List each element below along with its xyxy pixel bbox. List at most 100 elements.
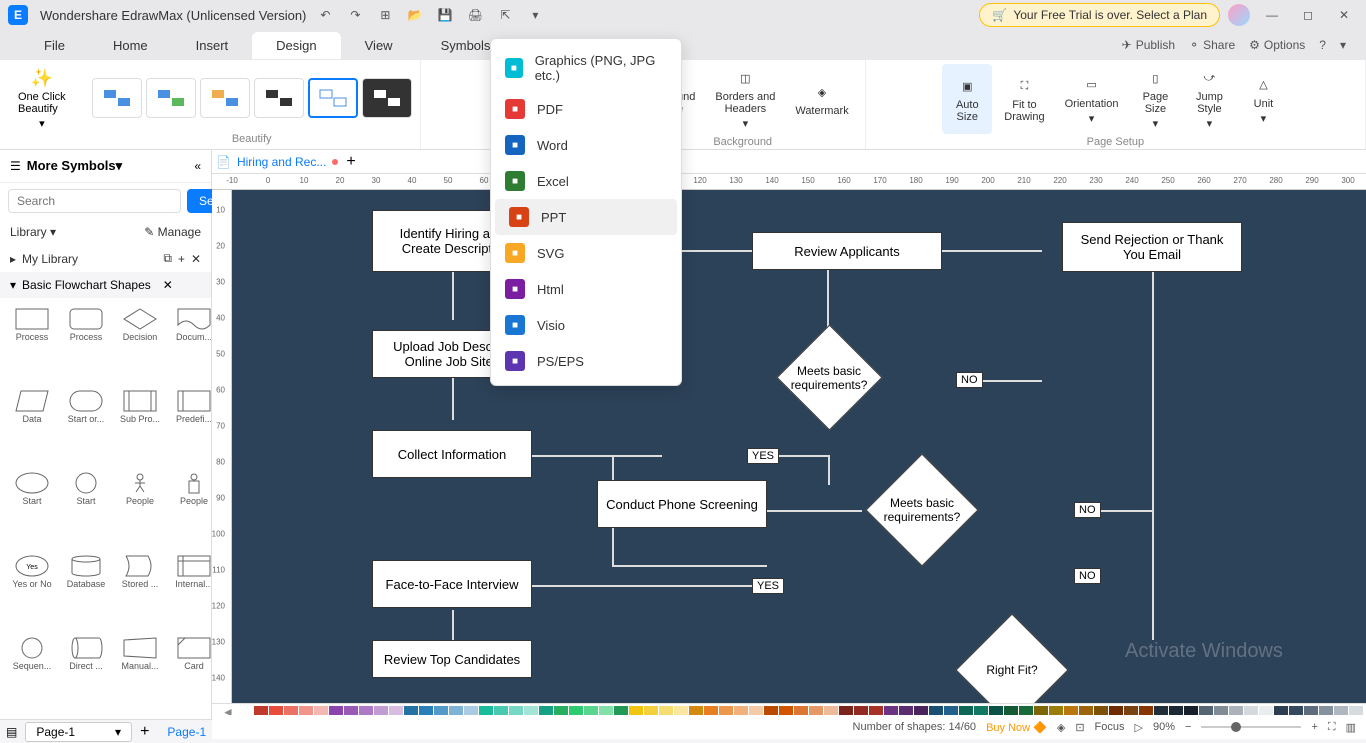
flowchart-node[interactable]: Conduct Phone Screening <box>597 480 767 528</box>
flowchart-label-no[interactable]: NO <box>1074 568 1101 584</box>
unit-button[interactable]: △Unit▾ <box>1238 64 1288 134</box>
zoom-slider[interactable] <box>1201 726 1301 728</box>
more-symbols-title[interactable]: More Symbols▾ <box>27 158 189 174</box>
theme-preset-3[interactable] <box>200 78 250 118</box>
symbols-search-input[interactable] <box>8 189 181 213</box>
add-page-button[interactable]: + <box>140 723 149 741</box>
theme-preset-2[interactable] <box>146 78 196 118</box>
print-icon[interactable]: 🖨 <box>464 4 486 26</box>
shape-item[interactable]: Start <box>60 468 112 548</box>
play-icon[interactable]: ▷ <box>1135 721 1143 734</box>
minimize-button[interactable]: — <box>1258 4 1286 26</box>
fit-icon[interactable]: ⛶ <box>1328 721 1336 734</box>
flowchart-node[interactable]: Collect Information <box>372 430 532 478</box>
export-item-pseps[interactable]: ■PS/EPS <box>491 343 681 379</box>
export-item-svg[interactable]: ■SVG <box>491 235 681 271</box>
export-item-ppt[interactable]: ■PPT <box>495 199 677 235</box>
shape-item[interactable]: Sub Pro... <box>114 386 166 466</box>
fit-drawing-button[interactable]: ⛶Fit to Drawing <box>996 64 1052 134</box>
collapse-icon[interactable]: « <box>194 159 201 173</box>
flowchart-node[interactable]: Send Rejection or Thank You Email <box>1062 222 1242 272</box>
new-tab-button[interactable]: + <box>346 153 355 171</box>
shape-item[interactable]: Docum... <box>168 304 211 384</box>
jump-style-button[interactable]: ⤻Jump Style▾ <box>1184 64 1234 134</box>
theme-preset-6[interactable] <box>362 78 412 118</box>
oneclick-beautify-button[interactable]: ✨ One Click Beautify ▾ <box>8 64 76 134</box>
page-tab-active[interactable]: Page-1 <box>157 723 216 741</box>
flowchart-label-no[interactable]: NO <box>956 372 983 388</box>
zoom-out-button[interactable]: − <box>1185 721 1191 733</box>
shape-item[interactable]: Database <box>60 551 112 631</box>
export-item-html[interactable]: ■Html <box>491 271 681 307</box>
flowchart-node[interactable]: Review Applicants <box>752 232 942 270</box>
shape-item[interactable]: Card <box>168 633 211 713</box>
flowchart-label-no[interactable]: NO <box>1074 502 1101 518</box>
new-icon[interactable]: ⊞ <box>374 4 396 26</box>
borders-headers-button[interactable]: ◫Borders and Headers▾ <box>707 64 783 134</box>
my-library-row[interactable]: ▸My Library ⧉ + ✕ <box>0 245 211 272</box>
watermark-button[interactable]: ◈Watermark <box>787 64 856 134</box>
close-button[interactable]: ✕ <box>1330 4 1358 26</box>
theme-preset-1[interactable] <box>92 78 142 118</box>
panel-icon[interactable]: ▥ <box>1346 721 1356 734</box>
open-icon[interactable]: 📂 <box>404 4 426 26</box>
auto-size-button[interactable]: ▣Auto Size <box>942 64 992 134</box>
shape-item[interactable]: Predefi... <box>168 386 211 466</box>
dropdown-icon[interactable]: ▾ <box>1340 38 1346 52</box>
shape-item[interactable]: Process <box>6 304 58 384</box>
flowchart-decision[interactable]: Right Fit? <box>955 613 1068 703</box>
options-link[interactable]: ⚙Options <box>1249 38 1305 52</box>
zoom-in-button[interactable]: + <box>1311 721 1317 733</box>
lib-add-icon[interactable]: + <box>178 252 185 266</box>
flowchart-node[interactable]: Face-to-Face Interview <box>372 560 532 608</box>
theme-preset-4[interactable] <box>254 78 304 118</box>
theme-preset-5[interactable] <box>308 78 358 118</box>
shape-item[interactable]: Manual... <box>114 633 166 713</box>
menu-insert[interactable]: Insert <box>172 32 253 59</box>
shape-item[interactable]: People <box>114 468 166 548</box>
maximize-button[interactable]: ◻ <box>1294 4 1322 26</box>
flowchart-shapes-section[interactable]: ▾Basic Flowchart Shapes ✕ <box>0 272 211 298</box>
canvas[interactable]: Identify Hiring and Create Descriptio Re… <box>232 190 1366 703</box>
export-item-excel[interactable]: ■Excel <box>491 163 681 199</box>
flowchart-decision[interactable]: Meets basic requirements? <box>776 324 882 430</box>
orientation-button[interactable]: ▭Orientation▾ <box>1057 64 1127 134</box>
page-size-button[interactable]: ▯Page Size▾ <box>1130 64 1180 134</box>
shape-item[interactable]: People <box>168 468 211 548</box>
layers-icon[interactable]: ◈ <box>1057 721 1065 734</box>
flowchart-node[interactable]: Review Top Candidates <box>372 640 532 678</box>
shape-item[interactable]: Stored ... <box>114 551 166 631</box>
export-icon[interactable]: ⇱ <box>494 4 516 26</box>
target-icon[interactable]: ⊡ <box>1075 721 1084 734</box>
shape-item[interactable]: Start or... <box>60 386 112 466</box>
shape-item[interactable]: Sequen... <box>6 633 58 713</box>
trial-banner[interactable]: 🛒 Your Free Trial is over. Select a Plan <box>979 3 1220 27</box>
export-item-pdf[interactable]: ■PDF <box>491 91 681 127</box>
menu-design[interactable]: Design <box>252 32 340 59</box>
document-tab[interactable]: 📄 Hiring and Rec... <box>216 155 338 169</box>
shape-item[interactable]: Data <box>6 386 58 466</box>
export-item-visio[interactable]: ■Visio <box>491 307 681 343</box>
shape-item[interactable]: Start <box>6 468 58 548</box>
flowchart-label-yes[interactable]: YES <box>747 448 779 464</box>
help-link[interactable]: ? <box>1319 38 1326 52</box>
flowchart-label-yes[interactable]: YES <box>752 578 784 594</box>
buy-now-link[interactable]: Buy Now 🔶 <box>986 721 1047 734</box>
menu-home[interactable]: Home <box>89 32 172 59</box>
share-link[interactable]: ⚬Share <box>1189 38 1235 52</box>
shape-item[interactable]: Internal... <box>168 551 211 631</box>
section-close-icon[interactable]: ✕ <box>163 278 173 292</box>
user-avatar[interactable] <box>1228 4 1250 26</box>
more-icon[interactable]: ▾ <box>524 4 546 26</box>
manage-link[interactable]: ✎ Manage <box>144 225 201 239</box>
menu-file[interactable]: File <box>20 32 89 59</box>
menu-view[interactable]: View <box>341 32 417 59</box>
save-icon[interactable]: 💾 <box>434 4 456 26</box>
lib-close-icon[interactable]: ✕ <box>191 252 201 266</box>
focus-button[interactable]: Focus <box>1095 721 1125 733</box>
list-icon[interactable]: ▤ <box>6 725 17 739</box>
shape-item[interactable]: YesYes or No <box>6 551 58 631</box>
shape-item[interactable]: Direct ... <box>60 633 112 713</box>
hamburger-icon[interactable]: ☰ <box>10 159 21 173</box>
shape-item[interactable]: Decision <box>114 304 166 384</box>
